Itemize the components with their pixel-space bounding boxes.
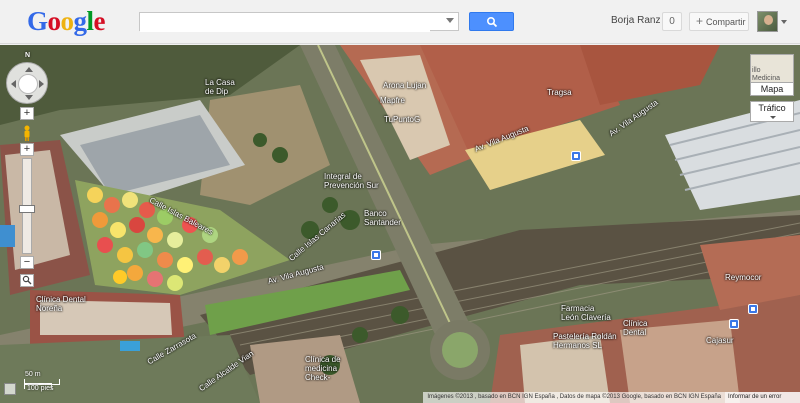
search-icon — [486, 16, 498, 28]
search-button[interactable] — [469, 12, 514, 31]
pan-right-icon[interactable] — [39, 80, 44, 88]
logo-letter: l — [86, 6, 95, 36]
logo-letter: o — [60, 6, 75, 36]
bus-stop-icon[interactable] — [748, 304, 758, 314]
map-label[interactable]: Integral de Prevención Sur — [324, 172, 379, 190]
layers-icon[interactable] — [4, 383, 16, 395]
search-dropdown-icon[interactable] — [446, 18, 454, 23]
avatar[interactable] — [757, 11, 778, 32]
top-bar: Google Borja Ranz 0 + Compartir — [0, 0, 800, 44]
traffic-layer-button[interactable]: Tráfico — [750, 101, 794, 122]
search-box — [139, 12, 459, 32]
bus-stop-icon[interactable] — [571, 151, 581, 161]
map-label[interactable]: Tragsa — [547, 88, 572, 97]
map-label[interactable]: Cajasur — [706, 336, 734, 345]
pan-left-icon[interactable] — [11, 80, 16, 88]
pegman-icon[interactable] — [23, 125, 31, 141]
user-name[interactable]: Borja Ranz — [611, 15, 660, 26]
logo-letter: g — [73, 6, 88, 36]
map-label[interactable]: Clínica Dental — [623, 319, 647, 337]
report-error-link[interactable]: Informar de un error — [725, 392, 800, 403]
map-label[interactable]: Arona Lujan — [383, 81, 426, 90]
map-label[interactable]: Reymocor — [725, 273, 761, 282]
logo-letter: G — [27, 6, 48, 36]
rotate-button[interactable]: + — [20, 107, 34, 120]
plus-icon: + — [696, 14, 704, 28]
attribution-text: Imágenes ©2013 , basado en BCN IGN Españ… — [427, 394, 721, 400]
chevron-down-icon[interactable] — [781, 20, 787, 24]
zoom-in-label: + — [23, 107, 31, 119]
bus-stop-icon[interactable] — [729, 319, 739, 329]
scale-label-imperial: 100 pies — [27, 385, 54, 392]
zoom-out-label: − — [23, 256, 31, 268]
share-button[interactable]: + Compartir — [689, 12, 749, 31]
map-label[interactable]: Clínica de medicina Check- — [305, 355, 341, 382]
map-label[interactable]: La Casa de Dip — [205, 78, 235, 96]
map-label[interactable]: TuPuntoG — [384, 115, 420, 124]
map-label[interactable]: Banco Santander — [364, 209, 401, 227]
share-label: Compartir — [706, 17, 746, 27]
chevron-down-icon — [770, 116, 776, 119]
zoom-in-button[interactable]: + — [20, 143, 34, 156]
north-label: N — [25, 52, 31, 59]
logo-letter: e — [93, 6, 106, 36]
magnifier-icon — [22, 275, 32, 285]
zoom-slider-handle[interactable] — [19, 205, 35, 213]
scale-label-metric: 50 m — [25, 371, 41, 378]
search-map-button[interactable] — [20, 274, 34, 287]
search-input[interactable] — [140, 14, 430, 32]
pan-control[interactable]: N — [6, 52, 48, 104]
notifications-count[interactable]: 0 — [662, 12, 682, 31]
zoom-out-button[interactable]: − — [20, 256, 34, 269]
map-label[interactable]: Pastelería Roldán Hermanos SL — [553, 332, 617, 350]
map-label[interactable]: Mapfre — [380, 96, 405, 105]
bus-stop-icon[interactable] — [371, 250, 381, 260]
map-type-button[interactable]: Mapa — [750, 82, 794, 96]
map-label[interactable]: Clínica Dental Noreña — [36, 295, 86, 313]
zoom-in-label: + — [23, 143, 31, 155]
logo-letter: o — [47, 6, 62, 36]
map-attribution: Imágenes ©2013 , basado en BCN IGN Españ… — [423, 392, 725, 403]
map-label[interactable]: Farmacia León Clavería — [561, 304, 611, 322]
maps-app: Google Borja Ranz 0 + Compartir La Casa … — [0, 0, 800, 403]
pan-down-icon[interactable] — [25, 95, 33, 100]
traffic-label: Tráfico — [758, 103, 786, 113]
thumbnail-label: illo Medicina — [752, 67, 781, 82]
google-logo[interactable]: Google — [27, 6, 106, 37]
pan-up-icon[interactable] — [25, 67, 33, 72]
satellite-map[interactable]: La Casa de Dip Arona Lujan Mapfre TuPunt… — [0, 45, 800, 403]
